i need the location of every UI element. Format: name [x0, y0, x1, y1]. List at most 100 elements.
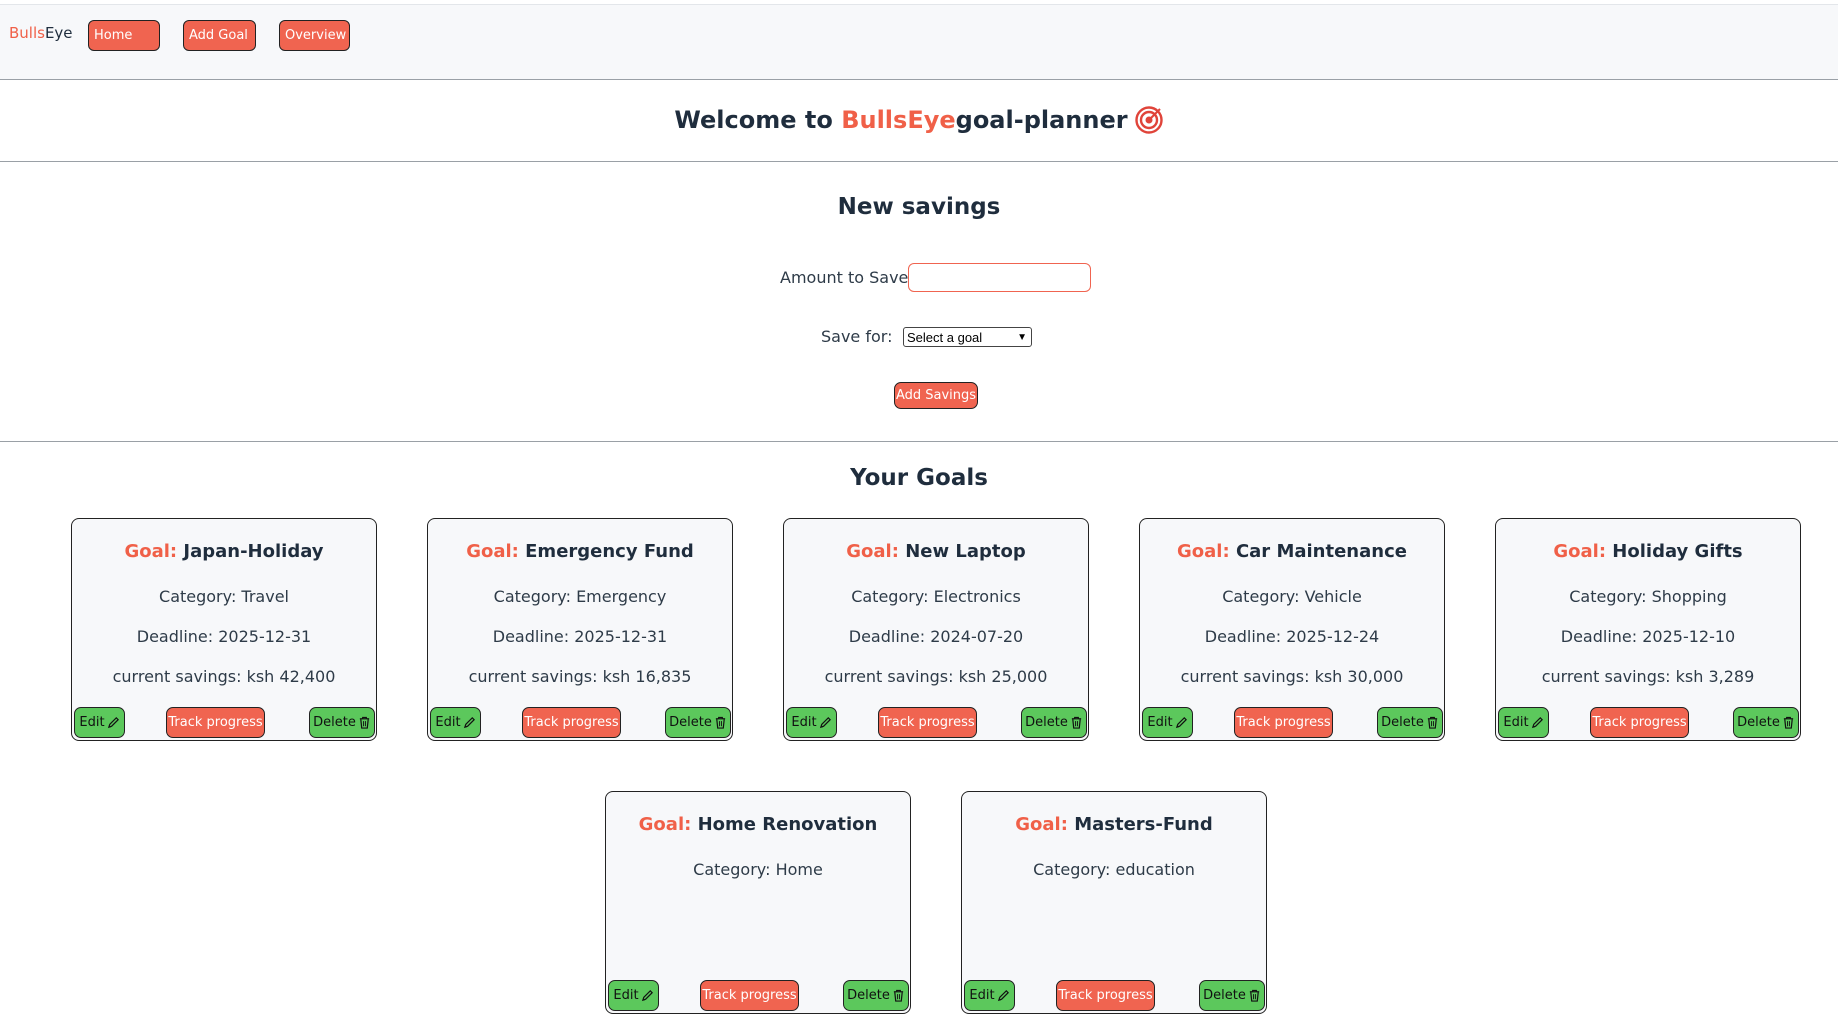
goal-deadline: Deadline: 2024-07-20	[784, 627, 1088, 646]
edit-label: Edit	[1503, 715, 1528, 730]
trash-icon	[1782, 716, 1795, 729]
trash-icon	[358, 716, 371, 729]
goal-title: Goal: Car Maintenance	[1140, 541, 1444, 562]
delete-label: Delete	[313, 715, 356, 730]
track-progress-button[interactable]: Track progress	[700, 980, 799, 1011]
goal-category: Category: Emergency	[428, 587, 732, 606]
goal-current-savings: current savings: ksh 42,400	[72, 667, 376, 686]
target-icon	[1134, 105, 1164, 135]
goal-card: Goal: Emergency Fund Category: Emergency…	[427, 518, 733, 741]
track-progress-button[interactable]: Track progress	[1056, 980, 1155, 1011]
trash-icon	[1070, 716, 1083, 729]
goal-deadline: Deadline: 2025-12-10	[1496, 627, 1800, 646]
edit-goal-button[interactable]: Edit	[786, 707, 837, 738]
edit-label: Edit	[791, 715, 816, 730]
track-progress-button[interactable]: Track progress	[522, 707, 621, 738]
delete-label: Delete	[1381, 715, 1424, 730]
amount-label: Amount to Save:	[780, 268, 914, 287]
amount-input[interactable]	[908, 263, 1091, 292]
goal-prefix: Goal:	[1015, 814, 1068, 835]
edit-label: Edit	[435, 715, 460, 730]
goal-name: Car Maintenance	[1236, 541, 1407, 562]
pencil-icon	[1175, 716, 1188, 729]
edit-goal-button[interactable]: Edit	[430, 707, 481, 738]
goal-name: New Laptop	[905, 541, 1026, 562]
nav-overview-button[interactable]: Overview	[279, 20, 350, 51]
brand-logo[interactable]: BullsEye	[9, 24, 73, 42]
welcome-banner: Welcome to BullsEyegoal-planner	[0, 80, 1838, 162]
brand-part-2: Eye	[45, 24, 73, 42]
delete-goal-button[interactable]: Delete	[1377, 707, 1443, 738]
delete-label: Delete	[1203, 988, 1246, 1003]
goal-card: Goal: Japan-Holiday Category: Travel Dea…	[71, 518, 377, 741]
goal-category: Category: Travel	[72, 587, 376, 606]
goal-title: Goal: Masters-Fund	[962, 814, 1266, 835]
edit-goal-button[interactable]: Edit	[1142, 707, 1193, 738]
goal-deadline: Deadline: 2025-12-31	[428, 627, 732, 646]
goal-select-value: Select a goal	[907, 330, 982, 345]
edit-goal-button[interactable]: Edit	[74, 707, 125, 738]
goal-category: Category: Electronics	[784, 587, 1088, 606]
track-progress-button[interactable]: Track progress	[1234, 707, 1333, 738]
goal-prefix: Goal:	[466, 541, 519, 562]
pencil-icon	[997, 989, 1010, 1002]
track-progress-button[interactable]: Track progress	[166, 707, 265, 738]
trash-icon	[1248, 989, 1261, 1002]
edit-label: Edit	[613, 988, 638, 1003]
welcome-heading: Welcome to BullsEyegoal-planner	[0, 105, 1838, 135]
delete-goal-button[interactable]: Delete	[843, 980, 909, 1011]
delete-goal-button[interactable]: Delete	[1021, 707, 1087, 738]
track-progress-button[interactable]: Track progress	[1590, 707, 1689, 738]
add-savings-button[interactable]: Add Savings	[894, 382, 978, 409]
goal-prefix: Goal:	[1553, 541, 1606, 562]
goal-select[interactable]: Select a goal ▼	[903, 327, 1032, 347]
goal-category: Category: Shopping	[1496, 587, 1800, 606]
your-goals-heading: Your Goals	[0, 465, 1838, 491]
goal-current-savings: current savings: ksh 16,835	[428, 667, 732, 686]
edit-goal-button[interactable]: Edit	[1498, 707, 1549, 738]
edit-label: Edit	[969, 988, 994, 1003]
top-navbar: BullsEye Home Add Goal Overview	[0, 4, 1838, 80]
goal-category: Category: Vehicle	[1140, 587, 1444, 606]
goal-prefix: Goal:	[1177, 541, 1230, 562]
goal-title: Goal: Home Renovation	[606, 814, 910, 835]
goal-current-savings: current savings: ksh 3,289	[1496, 667, 1800, 686]
delete-label: Delete	[1025, 715, 1068, 730]
goal-current-savings: current savings: ksh 25,000	[784, 667, 1088, 686]
goal-name: Holiday Gifts	[1612, 541, 1742, 562]
welcome-suffix: goal-planner	[956, 106, 1128, 134]
goal-category: Category: Home	[606, 860, 910, 879]
chevron-down-icon: ▼	[1017, 332, 1027, 343]
pencil-icon	[107, 716, 120, 729]
track-progress-button[interactable]: Track progress	[878, 707, 977, 738]
pencil-icon	[819, 716, 832, 729]
nav-home-button[interactable]: Home	[88, 20, 160, 51]
pencil-icon	[641, 989, 654, 1002]
goal-name: Japan-Holiday	[183, 541, 323, 562]
trash-icon	[892, 989, 905, 1002]
goal-card: Goal: Holiday Gifts Category: Shopping D…	[1495, 518, 1801, 741]
delete-goal-button[interactable]: Delete	[1199, 980, 1265, 1011]
goal-name: Masters-Fund	[1074, 814, 1213, 835]
edit-label: Edit	[79, 715, 104, 730]
pencil-icon	[1531, 716, 1544, 729]
delete-label: Delete	[847, 988, 890, 1003]
edit-goal-button[interactable]: Edit	[608, 980, 659, 1011]
delete-label: Delete	[669, 715, 712, 730]
delete-goal-button[interactable]: Delete	[1733, 707, 1799, 738]
delete-goal-button[interactable]: Delete	[309, 707, 375, 738]
edit-label: Edit	[1147, 715, 1172, 730]
goal-current-savings: current savings: ksh 30,000	[1140, 667, 1444, 686]
trash-icon	[1426, 716, 1439, 729]
goal-title: Goal: Emergency Fund	[428, 541, 732, 562]
delete-goal-button[interactable]: Delete	[665, 707, 731, 738]
goal-deadline: Deadline: 2025-12-31	[72, 627, 376, 646]
trash-icon	[714, 716, 727, 729]
new-savings-heading: New savings	[0, 194, 1838, 220]
welcome-brand: BullsEye	[841, 106, 955, 134]
goal-card: Goal: New Laptop Category: Electronics D…	[783, 518, 1089, 741]
goal-deadline: Deadline: 2025-12-24	[1140, 627, 1444, 646]
edit-goal-button[interactable]: Edit	[964, 980, 1015, 1011]
nav-add-goal-button[interactable]: Add Goal	[183, 20, 256, 51]
goal-title: Goal: Japan-Holiday	[72, 541, 376, 562]
